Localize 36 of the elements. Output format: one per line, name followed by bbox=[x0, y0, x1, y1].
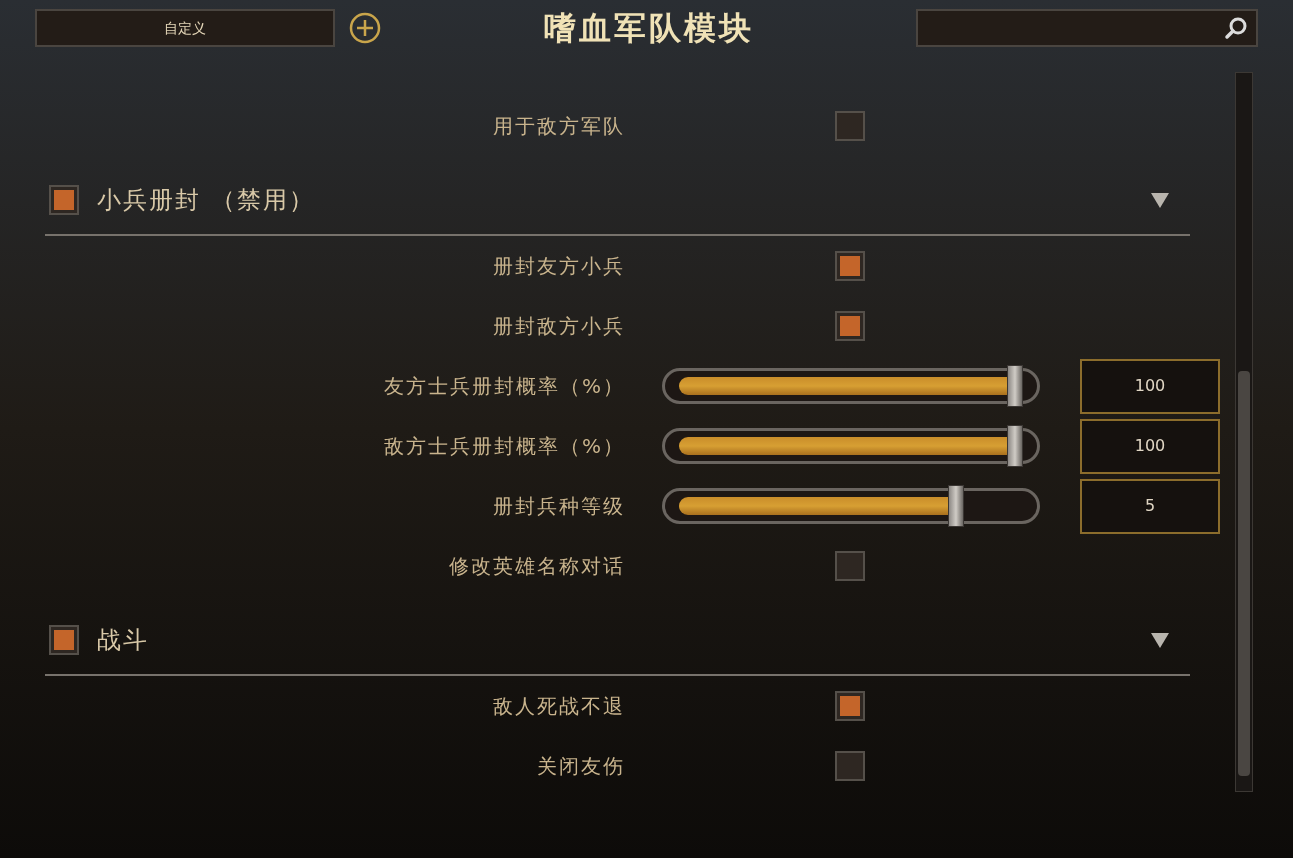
option-label: 册封敌方小兵 bbox=[493, 314, 625, 338]
slider-track[interactable] bbox=[679, 425, 1023, 467]
slider-thumb[interactable] bbox=[1007, 365, 1023, 407]
preset-dropdown[interactable]: 自定义 bbox=[35, 9, 335, 47]
option-label: 敌人死战不退 bbox=[493, 694, 625, 718]
section-title: 小兵册封 （禁用） bbox=[97, 185, 315, 216]
checkbox[interactable] bbox=[835, 251, 865, 281]
slider-track[interactable] bbox=[679, 365, 1023, 407]
plus-icon[interactable] bbox=[349, 12, 381, 44]
option-label: 敌方士兵册封概率（%） bbox=[384, 434, 625, 458]
option-label: 用于敌方军队 bbox=[493, 114, 625, 138]
search-field[interactable] bbox=[916, 9, 1258, 47]
checkbox[interactable] bbox=[49, 185, 79, 215]
section-title: 战斗 bbox=[97, 625, 149, 656]
search-icon bbox=[1224, 16, 1248, 40]
slider-thumb[interactable] bbox=[1007, 425, 1023, 467]
checkbox[interactable] bbox=[835, 311, 865, 341]
option-label: 册封友方小兵 bbox=[493, 254, 625, 278]
checkbox[interactable] bbox=[49, 625, 79, 655]
value-field[interactable]: 100 bbox=[1080, 418, 1220, 474]
checkbox[interactable] bbox=[835, 111, 865, 141]
chevron-down-icon[interactable] bbox=[1150, 191, 1170, 209]
chevron-down-icon[interactable] bbox=[1150, 631, 1170, 649]
slider-thumb[interactable] bbox=[947, 485, 964, 527]
window-title: 嗜血军队模块 bbox=[543, 8, 754, 49]
scrollbar-thumb[interactable] bbox=[1238, 371, 1250, 776]
option-label: 修改英雄名称对话 bbox=[449, 554, 625, 578]
checkbox[interactable] bbox=[835, 551, 865, 581]
option-label: 册封兵种等级 bbox=[493, 494, 625, 518]
value-field[interactable]: 100 bbox=[1080, 358, 1220, 414]
option-label: 友方士兵册封概率（%） bbox=[384, 374, 625, 398]
value-field[interactable]: 5 bbox=[1080, 478, 1220, 534]
checkbox[interactable] bbox=[835, 751, 865, 781]
checkbox[interactable] bbox=[835, 691, 865, 721]
option-label: 关闭友伤 bbox=[537, 754, 625, 778]
scrollbar[interactable] bbox=[1235, 72, 1253, 792]
